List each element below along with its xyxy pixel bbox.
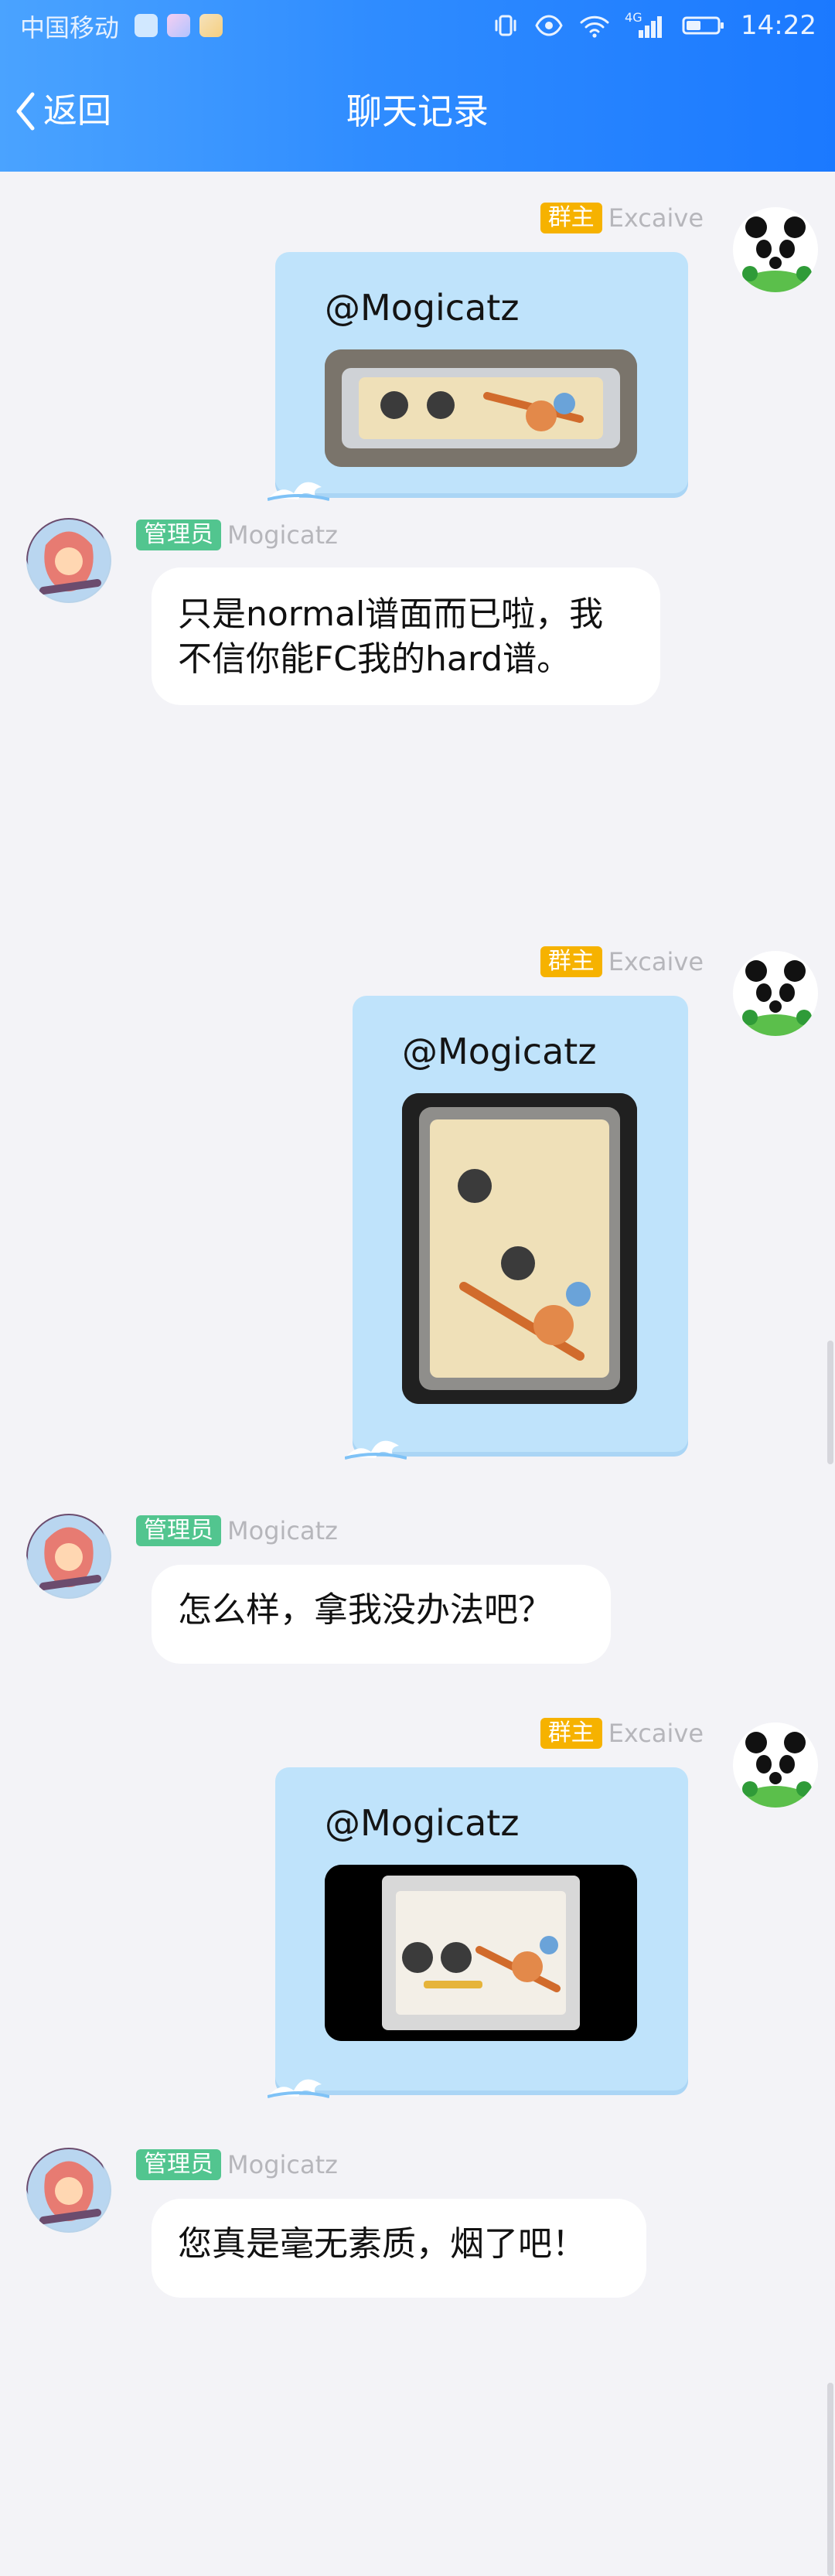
message-row: 群主 Excaive @Mogicatz — [0, 1718, 835, 2120]
owner-tag: 群主 — [540, 1718, 602, 1749]
sender-meta: 管理员 Mogicatz — [136, 520, 338, 550]
phone-photo-image — [325, 1865, 637, 2041]
sender-meta: 群主 Excaive — [540, 946, 704, 977]
status-badges — [135, 14, 223, 37]
avatar[interactable] — [26, 2148, 111, 2233]
battery-icon — [682, 16, 724, 35]
carrier-label: 中国移动 — [20, 13, 120, 43]
sender-meta: 管理员 Mogicatz — [136, 1515, 338, 1546]
chat-history[interactable]: 群主 Excaive @Mogicatz 管理员 Mogicatz 只是norm… — [0, 172, 835, 2576]
sender-meta: 群主 Excaive — [540, 1718, 704, 1749]
message-row: 管理员 Mogicatz 您真是毫无素质，烟了吧！ — [0, 2148, 835, 2349]
phone-photo-image — [325, 349, 637, 467]
avatar[interactable] — [733, 951, 818, 1036]
eye-icon — [535, 15, 563, 36]
scrollbar[interactable] — [827, 1341, 833, 1464]
outgoing-bubble[interactable]: @Mogicatz — [345, 996, 688, 1460]
sender-meta: 管理员 Mogicatz — [136, 2149, 338, 2180]
cup-icon — [199, 14, 223, 37]
phone-photo-image — [402, 1093, 637, 1404]
photo-thumbnail[interactable] — [402, 1093, 637, 1404]
panda-icon — [742, 216, 812, 292]
avatar[interactable] — [26, 518, 111, 603]
wifi-icon — [580, 15, 609, 38]
sender-name[interactable]: Mogicatz — [227, 2149, 338, 2180]
outgoing-bubble[interactable]: @Mogicatz — [268, 252, 688, 501]
incoming-bubble[interactable]: 怎么样，拿我没办法吧？ — [152, 1565, 611, 1664]
nav-bar: 返回 聊天记录 — [0, 57, 835, 172]
cell-signal-icon: 4G — [625, 12, 666, 39]
mention-text[interactable]: @Mogicatz — [402, 1030, 596, 1073]
app-header: 中国移动 4G 14:22 返回 聊天记录 — [0, 0, 835, 172]
vibrate-icon — [495, 15, 516, 36]
owner-tag: 群主 — [540, 946, 602, 977]
message-row: 管理员 Mogicatz 怎么样，拿我没办法吧？ — [0, 1514, 835, 1684]
admin-tag: 管理员 — [136, 520, 221, 550]
sender-name[interactable]: Mogicatz — [227, 1515, 338, 1546]
mention-text[interactable]: @Mogicatz — [325, 1801, 519, 1845]
message-row: 群主 Excaive @Mogicatz — [0, 946, 835, 1472]
photo-thumbnail[interactable] — [325, 1865, 637, 2041]
shield-icon — [135, 14, 158, 37]
sender-meta: 群主 Excaive — [540, 203, 704, 233]
wave-icon — [268, 2079, 329, 2098]
message-text: 您真是毫无素质，烟了吧！ — [178, 2224, 586, 2264]
message-text: 只是normal谱面而已啦，我 不信你能FC我的hard谱。 — [178, 595, 604, 679]
mention-text[interactable]: @Mogicatz — [325, 286, 519, 329]
avatar[interactable] — [733, 1722, 818, 1808]
sender-name[interactable]: Mogicatz — [227, 520, 338, 550]
app-notification-icon — [167, 14, 190, 37]
sender-name[interactable]: Excaive — [608, 1718, 704, 1749]
wave-icon — [345, 1440, 407, 1460]
scrollbar-secondary[interactable] — [827, 2383, 833, 2576]
status-right: 4G 14:22 — [492, 8, 816, 43]
clock: 14:22 — [741, 10, 816, 41]
message-text: 怎么样，拿我没办法吧？ — [178, 1590, 552, 1630]
avatar[interactable] — [733, 207, 818, 292]
anime-avatar-icon — [28, 520, 110, 601]
message-row: 群主 Excaive @Mogicatz — [0, 203, 835, 501]
admin-tag: 管理员 — [136, 1515, 221, 1546]
panda-icon — [742, 1732, 812, 1808]
sender-name[interactable]: Excaive — [608, 203, 704, 233]
wave-icon — [268, 482, 329, 501]
admin-tag: 管理员 — [136, 2149, 221, 2180]
photo-thumbnail[interactable] — [325, 349, 637, 467]
owner-tag: 群主 — [540, 203, 602, 233]
incoming-bubble[interactable]: 只是normal谱面而已啦，我 不信你能FC我的hard谱。 — [152, 567, 660, 705]
status-bar: 中国移动 4G 14:22 — [0, 0, 835, 57]
page-title: 聊天记录 — [346, 90, 489, 132]
panda-icon — [742, 960, 812, 1036]
anime-avatar-icon — [28, 2149, 110, 2231]
sender-name[interactable]: Excaive — [608, 946, 704, 977]
anime-avatar-icon — [28, 1515, 110, 1597]
avatar[interactable] — [26, 1514, 111, 1599]
message-row: 管理员 Mogicatz 只是normal谱面而已啦，我 不信你能FC我的har… — [0, 518, 835, 719]
outgoing-bubble[interactable]: @Mogicatz — [268, 1767, 688, 2098]
incoming-bubble[interactable]: 您真是毫无素质，烟了吧！ — [152, 2199, 646, 2298]
